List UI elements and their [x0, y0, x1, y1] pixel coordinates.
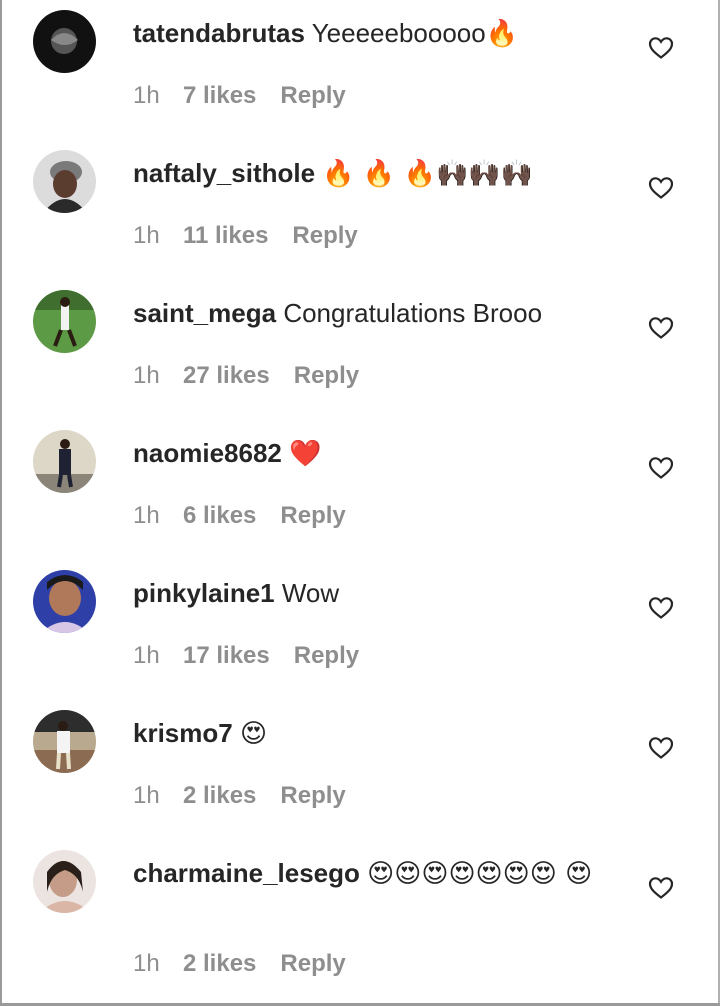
comment-text: Yeeeeebooooo — [311, 18, 486, 48]
comment-body: tatendabrutas Yeeeeebooooo🔥 — [133, 16, 633, 51]
comment-time: 1h — [133, 222, 160, 249]
comment-body: naomie8682 ❤️ — [133, 436, 633, 471]
heart-icon[interactable] — [648, 36, 674, 60]
reply-button[interactable]: Reply — [280, 82, 345, 110]
heart-icon[interactable] — [648, 596, 674, 620]
heart-icon[interactable] — [648, 456, 674, 480]
comment-meta: 1h 6 likes Reply — [133, 502, 346, 530]
comment-emoji: 😍 — [239, 719, 268, 749]
comment-item: krismo7 😍 1h 2 likes Reply — [0, 710, 720, 840]
comment-username[interactable]: krismo7 — [133, 718, 233, 748]
comment-meta: 1h 2 likes Reply — [133, 950, 346, 978]
reply-button[interactable]: Reply — [280, 782, 345, 810]
avatar[interactable] — [33, 850, 96, 913]
comment-meta: 1h 27 likes Reply — [133, 362, 359, 390]
heart-icon[interactable] — [648, 736, 674, 760]
comment-body: saint_mega Congratulations Brooo — [133, 296, 633, 331]
comment-item: charmaine_lesego 😍😍😍😍😍😍😍 😍 1h 2 likes Re… — [0, 850, 720, 1000]
comment-time: 1h — [133, 362, 160, 389]
reply-button[interactable]: Reply — [294, 362, 359, 390]
avatar[interactable] — [33, 290, 96, 353]
comment-meta: 1h 11 likes Reply — [133, 222, 358, 250]
comment-emoji: 🔥 — [485, 19, 519, 49]
comment-emoji: ❤️ — [289, 439, 322, 469]
comment-text: Wow — [281, 578, 340, 608]
comment-username[interactable]: naftaly_sithole — [133, 158, 315, 188]
comment-body: krismo7 😍 — [133, 716, 633, 751]
reply-button[interactable]: Reply — [294, 642, 359, 670]
comment-meta: 1h 17 likes Reply — [133, 642, 359, 670]
reply-button[interactable]: Reply — [280, 950, 345, 978]
comment-body: pinkylaine1 Wow — [133, 576, 633, 611]
comment-username[interactable]: tatendabrutas — [133, 18, 305, 48]
comment-username[interactable]: saint_mega — [133, 298, 276, 328]
comment-item: tatendabrutas Yeeeeebooooo🔥 1h 7 likes R… — [0, 10, 720, 140]
comment-likes[interactable]: 2 likes — [183, 950, 256, 978]
comment-likes[interactable]: 27 likes — [183, 362, 270, 390]
comment-emoji: 😍😍😍😍😍😍😍 😍 — [367, 859, 593, 889]
comment-time: 1h — [133, 82, 160, 109]
comment-text: Congratulations Brooo — [283, 298, 543, 328]
reply-button[interactable]: Reply — [292, 222, 357, 250]
heart-icon[interactable] — [648, 316, 674, 340]
reply-button[interactable]: Reply — [280, 502, 345, 530]
avatar[interactable] — [33, 570, 96, 633]
comment-time: 1h — [133, 950, 160, 977]
heart-icon[interactable] — [648, 176, 674, 200]
avatar[interactable] — [33, 150, 96, 213]
comment-item: pinkylaine1 Wow 1h 17 likes Reply — [0, 570, 720, 700]
comment-body: charmaine_lesego 😍😍😍😍😍😍😍 😍 — [133, 856, 623, 891]
comment-time: 1h — [133, 642, 160, 669]
comment-likes[interactable]: 2 likes — [183, 782, 256, 810]
comment-item: naftaly_sithole 🔥 🔥 🔥🙌🏿🙌🏿🙌🏿 1h 11 likes … — [0, 150, 720, 280]
comment-username[interactable]: charmaine_lesego — [133, 858, 360, 888]
heart-icon[interactable] — [648, 876, 674, 900]
comment-username[interactable]: pinkylaine1 — [133, 578, 275, 608]
comment-meta: 1h 2 likes Reply — [133, 782, 346, 810]
comment-time: 1h — [133, 782, 160, 809]
avatar[interactable] — [33, 710, 96, 773]
comment-emoji: 🔥 🔥 🔥🙌🏿🙌🏿🙌🏿 — [322, 159, 534, 189]
comment-likes[interactable]: 17 likes — [183, 642, 270, 670]
comment-item: saint_mega Congratulations Brooo 1h 27 l… — [0, 290, 720, 420]
comment-time: 1h — [133, 502, 160, 529]
comment-username[interactable]: naomie8682 — [133, 438, 282, 468]
comment-body: naftaly_sithole 🔥 🔥 🔥🙌🏿🙌🏿🙌🏿 — [133, 156, 633, 191]
comment-item: naomie8682 ❤️ 1h 6 likes Reply — [0, 430, 720, 560]
avatar[interactable] — [33, 430, 96, 493]
comment-likes[interactable]: 11 likes — [183, 222, 268, 250]
comment-meta: 1h 7 likes Reply — [133, 82, 346, 110]
avatar[interactable] — [33, 10, 96, 73]
comment-likes[interactable]: 7 likes — [183, 82, 256, 110]
comment-likes[interactable]: 6 likes — [183, 502, 256, 530]
